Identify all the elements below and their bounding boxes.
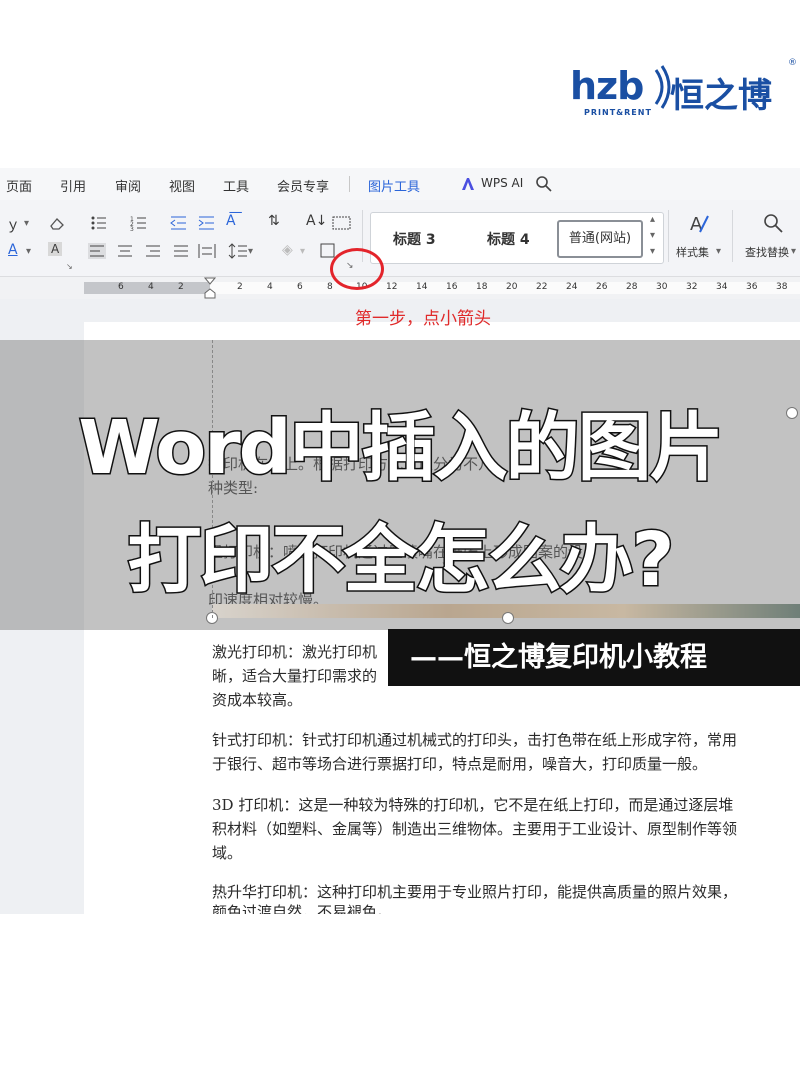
tab-divider <box>349 176 350 192</box>
ruler-tick: 22 <box>536 282 548 292</box>
indent-decrease-icon[interactable] <box>170 215 188 231</box>
registered-mark: ® <box>788 58 797 68</box>
style-normal-web[interactable]: 普通(网站) <box>557 220 643 258</box>
paragraph-3d-line: 积材料（如塑料、金属等）制造出三维物体。主要用于工业设计、原型制作等领 <box>212 820 738 838</box>
shading-fill-icon[interactable]: ◈ <box>282 242 293 258</box>
tab-member[interactable]: 会员专享 <box>277 176 329 195</box>
styles-set-label[interactable]: 样式集 <box>676 244 709 260</box>
ruler-tick: 36 <box>746 282 758 292</box>
style-pen-icon[interactable]: A <box>688 212 710 234</box>
ruler-tick: 34 <box>716 282 728 292</box>
paragraph-3d-line: 域。 <box>212 844 243 862</box>
gallery-scroll-up-icon[interactable]: ▴ <box>650 214 655 225</box>
title-line-1: Word中插入的图片 <box>77 404 725 493</box>
tab-page[interactable]: 页面 <box>6 176 32 195</box>
numbering-icon[interactable]: 123 <box>130 215 152 231</box>
title-line-2: 打印不全怎么办? <box>126 516 676 605</box>
ruler-tick: 14 <box>416 282 428 292</box>
wps-ai-icon <box>462 178 474 190</box>
tab-view[interactable]: 视图 <box>169 176 195 195</box>
ruler-tick: 26 <box>596 282 608 292</box>
align-right-icon[interactable] <box>144 243 162 259</box>
phonetic-guide-icon[interactable]: ｙ <box>6 214 20 234</box>
find-icon[interactable] <box>762 212 784 234</box>
ruler-tick: 20 <box>506 282 518 292</box>
brand-logo: hzb PRINT&RENT 恒之博 ® <box>570 58 800 128</box>
step-annotation: 第一步，点小箭头 <box>355 309 491 329</box>
show-marks-icon[interactable] <box>332 215 352 231</box>
ruler-margin <box>84 282 210 294</box>
char-shading-icon[interactable]: A <box>48 242 63 256</box>
paragraph-dot-matrix-line: 针式打印机：针式打印机通过机械式的打印头，击打色带在纸上形成字符，常用 <box>212 731 738 749</box>
tab-review[interactable]: 审阅 <box>115 176 141 195</box>
gallery-expand-icon[interactable]: ▾ <box>650 246 655 257</box>
toolbar-divider <box>732 210 733 262</box>
ruler-tick: 30 <box>656 282 668 292</box>
ruler-tick: 4 <box>267 282 273 292</box>
dialog-launcher-icon[interactable]: ↘ <box>66 262 73 271</box>
logo-tagline: PRINT&RENT <box>584 108 652 117</box>
ruler-tick: 24 <box>566 282 578 292</box>
ruler-tick: 2 <box>237 282 243 292</box>
ruler-tick: 2 <box>178 282 184 292</box>
font-size-icon[interactable]: A͞ <box>226 213 236 229</box>
ruler-tick: 12 <box>386 282 398 292</box>
paragraph-3d-line: 3D 打印机：这是一种较为特殊的打印机，它不是在纸上打印，而是通过逐层堆 <box>212 796 734 814</box>
toolbar-divider <box>668 210 669 262</box>
eraser-icon[interactable] <box>48 215 66 231</box>
paragraph-format-icon[interactable]: A↓ <box>306 213 327 229</box>
align-center-icon[interactable] <box>116 243 134 259</box>
paragraph-laser-line: 晰，适合大量打印需求的 <box>212 667 378 685</box>
chevron-down-icon[interactable]: ▾ <box>716 246 721 257</box>
ruler-tick: 6 <box>297 282 303 292</box>
tab-picture-tools[interactable]: 图片工具 <box>368 176 420 195</box>
justify-icon[interactable] <box>172 243 190 259</box>
tab-references[interactable]: 引用 <box>60 176 86 195</box>
style-heading-4[interactable]: 标题 4 <box>487 229 530 249</box>
ruler-tick: 28 <box>626 282 638 292</box>
logo-brand: hzb <box>570 64 644 108</box>
sort-icon[interactable]: ⇅ <box>268 213 280 229</box>
ruler-tick: 38 <box>776 282 788 292</box>
distribute-icon[interactable] <box>198 243 216 259</box>
find-replace-label[interactable]: 查找替换 <box>745 244 789 260</box>
style-heading-3[interactable]: 标题 3 <box>393 229 436 249</box>
highlight-circle <box>330 248 384 290</box>
ruler-tick: 6 <box>118 282 124 292</box>
resize-handle[interactable] <box>502 612 514 624</box>
paragraph-laser-line: 激光打印机：激光打印机 <box>212 643 378 661</box>
line-spacing-icon[interactable] <box>228 242 248 260</box>
svg-text:3: 3 <box>130 226 134 231</box>
indent-marker-icon[interactable] <box>204 277 216 299</box>
gallery-scroll-down-icon[interactable]: ▾ <box>650 230 655 241</box>
ruler-tick: 8 <box>327 282 333 292</box>
logo-cn-name: 恒之博 <box>670 76 772 116</box>
ruler-tick: 32 <box>686 282 698 292</box>
tab-tools[interactable]: 工具 <box>223 176 249 195</box>
paragraph-sublimation-line: 颜色过渡自然，不易褪色。 <box>212 903 393 914</box>
align-left-icon[interactable] <box>88 243 106 259</box>
chevron-down-icon[interactable]: ▾ <box>24 218 29 229</box>
ruler-tick: 18 <box>476 282 488 292</box>
style-gallery: 标题 3 标题 4 普通(网站) <box>370 212 664 264</box>
ribbon-toolbar: ｙ ▾ 123 A͞ ⇅ A↓ A ▾ A ▾ ◈ ▾ ↘ ↘ 标题 3 标题 … <box>0 200 800 277</box>
tab-wps-ai[interactable]: WPS AI <box>481 176 523 190</box>
chevron-down-icon[interactable]: ▾ <box>26 246 31 257</box>
font-color-icon[interactable]: A <box>8 242 18 258</box>
paragraph-laser-line: 资成本较高。 <box>212 691 303 709</box>
chevron-down-icon[interactable]: ▾ <box>791 246 796 257</box>
ruler-tick: 16 <box>446 282 458 292</box>
paragraph-dot-matrix-line: 于银行、超市等场合进行票据打印，特点是耐用，噪音大，打印质量一般。 <box>212 755 708 773</box>
horizontal-ruler[interactable]: 6 4 2 2 4 6 8 10 12 14 16 18 20 22 24 26… <box>0 277 800 300</box>
indent-increase-icon[interactable] <box>198 215 216 231</box>
bullets-icon[interactable] <box>90 215 112 231</box>
search-icon[interactable] <box>535 175 553 193</box>
ruler-tick: 4 <box>148 282 154 292</box>
ribbon-tabs: 页面 引用 审阅 视图 工具 会员专享 图片工具 WPS AI <box>0 168 800 201</box>
chevron-down-icon[interactable]: ▾ <box>248 246 253 257</box>
chevron-down-icon[interactable]: ▾ <box>300 246 305 257</box>
